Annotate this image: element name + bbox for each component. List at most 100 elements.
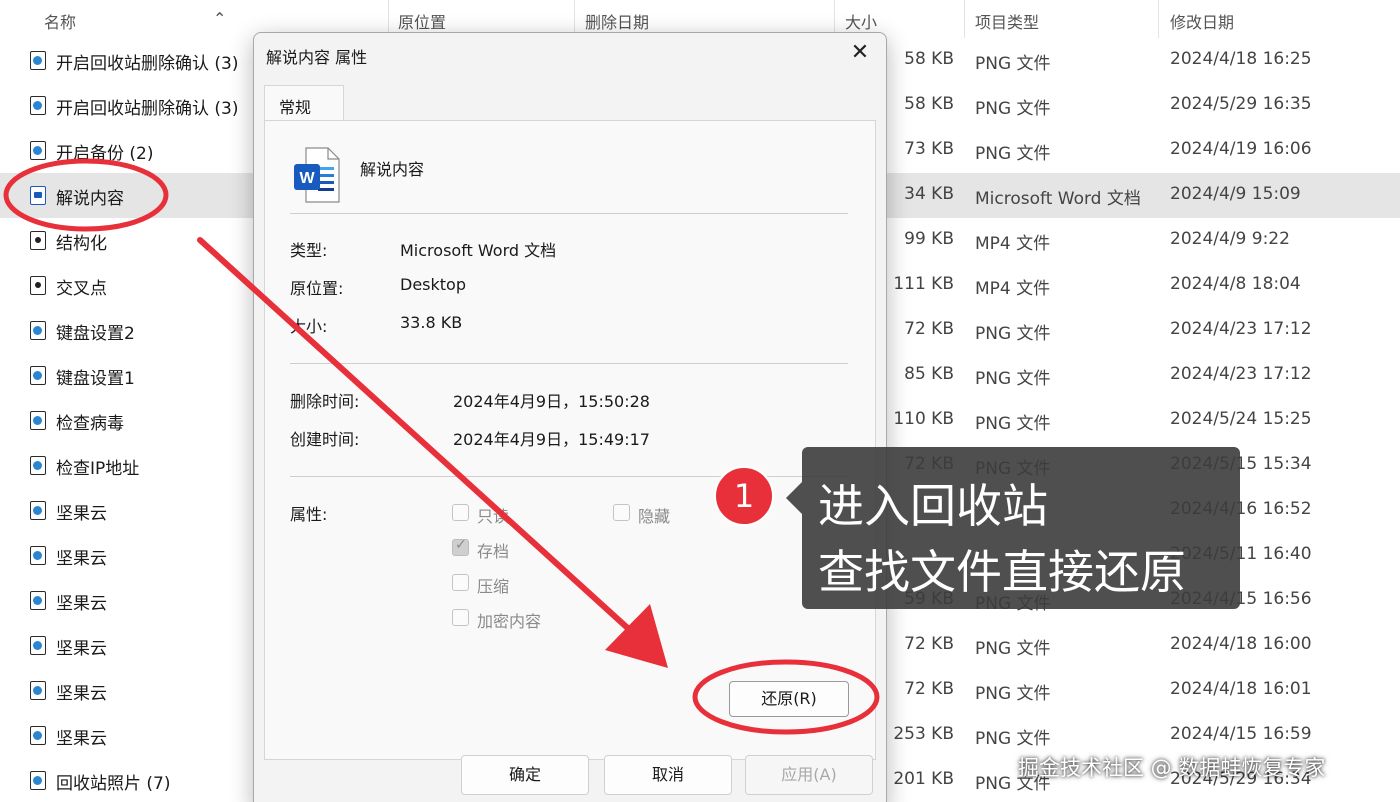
file-size-cell: 201 KB <box>893 769 954 789</box>
hidden-checkbox[interactable] <box>613 504 630 521</box>
file-type-cell: PNG 文件 <box>975 684 1051 704</box>
hidden-label: 隐藏 <box>638 507 671 526</box>
created-time-label: 创建时间: <box>290 430 360 449</box>
svg-text:W: W <box>299 170 315 187</box>
file-type-cell: PNG 文件 <box>975 729 1051 749</box>
file-size-cell: 72 KB <box>904 634 954 654</box>
divider <box>290 213 848 214</box>
png-file-icon <box>30 456 46 475</box>
column-header-name[interactable]: 名称 <box>44 9 76 33</box>
file-type-cell: PNG 文件 <box>975 369 1051 389</box>
png-file-icon <box>30 141 46 160</box>
file-name-cell: 开启备份 (2) <box>56 144 154 164</box>
file-modified-cell: 2024/4/9 9:22 <box>1170 229 1290 249</box>
archive-label: 存档 <box>477 542 510 561</box>
mp4-file-icon <box>30 276 46 295</box>
file-name-cell: 键盘设置1 <box>56 369 135 389</box>
png-file-icon <box>30 96 46 115</box>
apply-button[interactable]: 应用(A) <box>745 755 873 795</box>
mp4-file-icon <box>30 231 46 250</box>
readonly-checkbox[interactable] <box>452 504 469 521</box>
compress-label: 压缩 <box>477 577 510 596</box>
file-size-cell: 253 KB <box>893 724 954 744</box>
png-file-icon <box>30 501 46 520</box>
file-size-cell: 58 KB <box>904 49 954 69</box>
file-modified-cell: 2024/5/29 16:35 <box>1170 94 1312 114</box>
file-size-cell: 73 KB <box>904 139 954 159</box>
png-file-icon <box>30 726 46 745</box>
tab-general[interactable]: 常规 <box>264 85 344 121</box>
file-name-cell: 检查IP地址 <box>56 459 140 479</box>
file-name-cell: 解说内容 <box>56 189 124 209</box>
type-label: 类型: <box>290 241 328 260</box>
file-modified-cell: 2024/4/18 16:25 <box>1170 49 1312 69</box>
file-modified-cell: 2024/4/15 16:59 <box>1170 724 1312 744</box>
deleted-time-value: 2024年4月9日，15:50:28 <box>453 392 650 411</box>
column-header-size[interactable]: 大小 <box>845 9 877 33</box>
file-size-cell: 85 KB <box>904 364 954 384</box>
size-value: 33.8 KB <box>400 313 463 332</box>
png-file-icon <box>30 321 46 340</box>
column-header-original-location[interactable]: 原位置 <box>398 9 446 33</box>
file-modified-cell: 2024/4/18 16:00 <box>1170 634 1312 654</box>
file-name-cell: 回收站照片 (7) <box>56 774 171 794</box>
deleted-time-label: 删除时间: <box>290 392 360 411</box>
word-file-icon <box>30 186 46 205</box>
file-size-cell: 111 KB <box>893 274 954 294</box>
file-type-cell: MP4 文件 <box>975 234 1051 254</box>
close-icon[interactable]: ✕ <box>846 39 874 67</box>
column-divider[interactable] <box>1158 0 1159 38</box>
file-modified-cell: 2024/4/19 16:06 <box>1170 139 1312 159</box>
archive-checkbox[interactable] <box>452 537 469 556</box>
file-size-cell: 72 KB <box>904 679 954 699</box>
column-header-item-type[interactable]: 项目类型 <box>975 9 1039 33</box>
file-name-cell: 坚果云 <box>56 549 107 569</box>
encrypt-checkbox[interactable] <box>452 609 469 626</box>
file-size-cell: 99 KB <box>904 229 954 249</box>
cancel-button[interactable]: 取消 <box>604 755 732 795</box>
encrypt-label: 加密内容 <box>477 612 542 631</box>
file-name-cell: 坚果云 <box>56 594 107 614</box>
file-size-cell: 58 KB <box>904 94 954 114</box>
ok-button[interactable]: 确定 <box>461 755 589 795</box>
dialog-title: 解说内容 属性 <box>266 48 368 67</box>
file-name-cell: 开启回收站删除确认 (3) <box>56 54 239 74</box>
type-value: Microsoft Word 文档 <box>400 241 557 260</box>
chevron-up-icon: ⌃ <box>213 9 227 28</box>
file-name-cell: 坚果云 <box>56 504 107 524</box>
attributes-label: 属性: <box>290 505 328 524</box>
readonly-label: 只读 <box>477 507 510 526</box>
png-file-icon <box>30 51 46 70</box>
file-type-cell: PNG 文件 <box>975 54 1051 74</box>
file-modified-cell: 2024/4/23 17:12 <box>1170 364 1312 384</box>
file-type-cell: PNG 文件 <box>975 324 1051 344</box>
png-file-icon <box>30 681 46 700</box>
file-name-cell: 检查病毒 <box>56 414 124 434</box>
location-value: Desktop <box>400 275 466 294</box>
file-modified-cell: 2024/4/18 16:01 <box>1170 679 1312 699</box>
compress-checkbox[interactable] <box>452 574 469 591</box>
column-divider[interactable] <box>964 0 965 38</box>
callout-line-2: 查找文件直接还原 <box>818 545 1186 599</box>
png-file-icon <box>30 366 46 385</box>
file-name-cell: 键盘设置2 <box>56 324 135 344</box>
created-time-value: 2024年4月9日，15:49:17 <box>453 430 650 449</box>
png-file-icon <box>30 411 46 430</box>
watermark: 掘金技术社区 @ 数据蛙恢复专家 <box>1018 756 1326 780</box>
file-name-cell: 坚果云 <box>56 729 107 749</box>
step-number-badge: 1 <box>714 466 774 526</box>
column-header-modified-date[interactable]: 修改日期 <box>1170 9 1234 33</box>
file-size-cell: 34 KB <box>904 184 954 204</box>
file-name-cell: 结构化 <box>56 234 107 254</box>
file-size-cell: 72 KB <box>904 319 954 339</box>
callout-pointer <box>786 482 802 514</box>
file-type-cell: Microsoft Word 文档 <box>975 189 1141 209</box>
column-header-delete-date[interactable]: 删除日期 <box>585 9 649 33</box>
png-file-icon <box>30 591 46 610</box>
callout-line-1: 进入回收站 <box>818 479 1048 533</box>
file-name: 解说内容 <box>360 160 425 179</box>
file-name-cell: 交叉点 <box>56 279 107 299</box>
location-label: 原位置: <box>290 279 344 298</box>
file-modified-cell: 2024/4/23 17:12 <box>1170 319 1312 339</box>
restore-button[interactable]: 还原(R) <box>729 681 849 717</box>
